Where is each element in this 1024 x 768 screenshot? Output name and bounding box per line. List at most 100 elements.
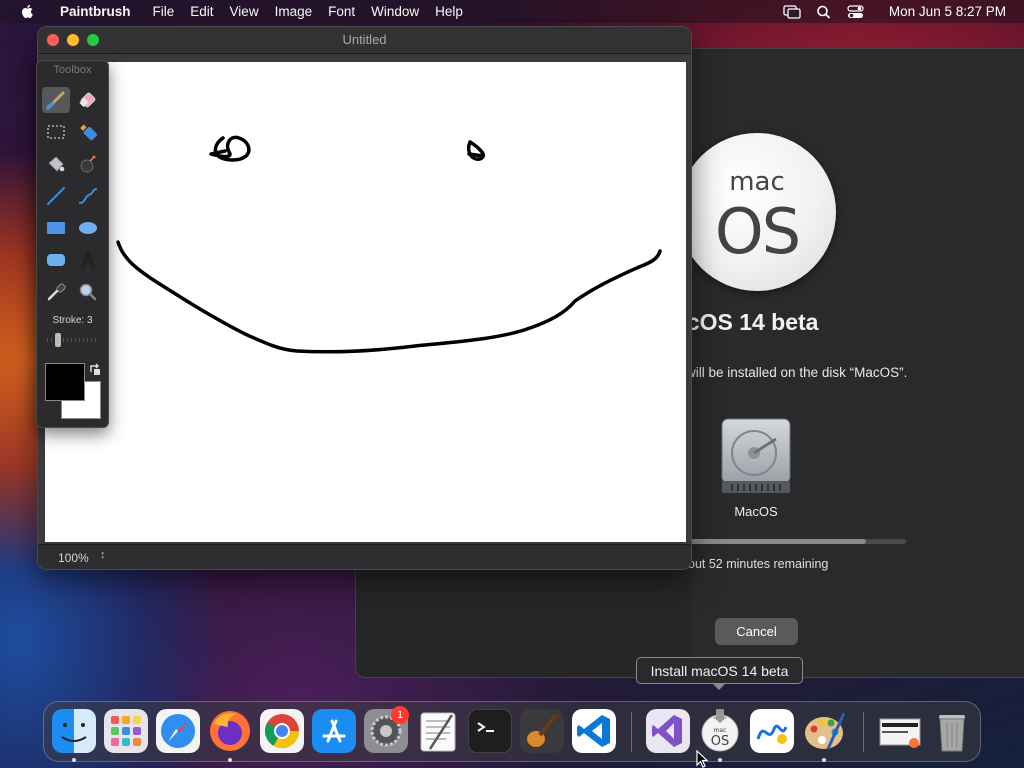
launchpad-icon bbox=[104, 709, 148, 753]
bomb-tool-button[interactable] bbox=[74, 151, 102, 177]
app-store-icon bbox=[312, 709, 356, 753]
dock-firefox[interactable] bbox=[208, 709, 252, 753]
window-title: Untitled bbox=[342, 32, 387, 47]
dock-paintbrush[interactable] bbox=[802, 709, 846, 753]
install-macos-icon: mac OS bbox=[701, 709, 739, 752]
menu-app-name[interactable]: Paintbrush bbox=[52, 4, 139, 19]
paint-palette-icon bbox=[805, 712, 846, 750]
dock-dot-firefox bbox=[228, 758, 232, 762]
bomb-icon bbox=[80, 155, 96, 173]
canvas-area bbox=[38, 54, 691, 546]
smile-stroke bbox=[116, 240, 662, 354]
screen-mirroring-icon[interactable] bbox=[783, 4, 801, 19]
drawing-canvas[interactable] bbox=[45, 62, 686, 542]
textedit-icon bbox=[420, 712, 456, 752]
spray-can-tool-button[interactable] bbox=[74, 119, 102, 145]
dock: 1 mac OS bbox=[43, 701, 981, 762]
macos-logo: mac OS bbox=[678, 133, 836, 291]
dock-trash[interactable] bbox=[930, 709, 974, 753]
menu-window[interactable]: Window bbox=[363, 4, 427, 19]
mouse-cursor-icon bbox=[696, 750, 709, 768]
trash-icon bbox=[939, 715, 965, 752]
eyedropper-tool-button[interactable] bbox=[42, 279, 70, 305]
rectangle-tool-button[interactable] bbox=[42, 215, 70, 241]
control-center-icon[interactable] bbox=[847, 4, 865, 19]
dock-visual-studio[interactable] bbox=[646, 709, 690, 753]
menu-file[interactable]: File bbox=[145, 4, 183, 19]
installer-title: acOS 14 beta bbox=[674, 309, 819, 335]
paint-bucket-icon bbox=[48, 156, 65, 172]
hard-disk-icon bbox=[721, 418, 791, 493]
ellipse-icon bbox=[79, 222, 97, 234]
stroke-label: Stroke: 3 bbox=[52, 315, 93, 326]
dock-app-store[interactable] bbox=[312, 709, 356, 753]
dock-vscode[interactable] bbox=[572, 709, 616, 753]
installer-description: will be installed on the disk “MacOS”. bbox=[686, 365, 908, 380]
line-tool-button[interactable] bbox=[42, 183, 70, 209]
dock-textedit[interactable] bbox=[416, 709, 460, 753]
dock-freeform[interactable] bbox=[750, 709, 794, 753]
selection-rect-icon bbox=[47, 125, 65, 139]
dock-dot-paintbrush bbox=[822, 758, 826, 762]
zoom-level[interactable]: 100% bbox=[58, 551, 89, 565]
zoom-tool-button[interactable] bbox=[74, 279, 102, 305]
window-titlebar[interactable]: Untitled bbox=[38, 27, 691, 54]
dock-install-macos[interactable]: mac OS bbox=[698, 709, 742, 753]
status-bar: 100% ↕ bbox=[38, 544, 691, 569]
dock-dot-finder bbox=[72, 758, 76, 762]
ellipse-tool-button[interactable] bbox=[74, 215, 102, 241]
dock-screenshot[interactable] bbox=[878, 709, 922, 753]
dock-separator-2 bbox=[863, 712, 864, 752]
dock-guitar-app[interactable] bbox=[520, 709, 564, 753]
time-remaining: out 52 minutes remaining bbox=[688, 557, 829, 571]
cancel-button[interactable]: Cancel bbox=[715, 618, 798, 645]
firefox-icon bbox=[210, 711, 250, 751]
swap-colors-icon[interactable] bbox=[88, 362, 102, 376]
menu-edit[interactable]: Edit bbox=[182, 4, 221, 19]
toolbox-palette: Toolbox Stroke: 3 bbox=[36, 60, 109, 428]
paintbrush-tool-button[interactable] bbox=[42, 87, 70, 113]
dock-launchpad[interactable] bbox=[104, 709, 148, 753]
spotlight-search-icon[interactable] bbox=[815, 5, 833, 19]
paint-bucket-tool-button[interactable] bbox=[42, 151, 70, 177]
eraser-icon bbox=[79, 92, 96, 108]
rounded-rect-icon bbox=[47, 254, 65, 266]
freeform-icon bbox=[750, 709, 794, 753]
rectangle-icon bbox=[47, 222, 65, 234]
vscode-icon bbox=[572, 709, 616, 753]
text-tool-button[interactable] bbox=[74, 247, 102, 273]
zoom-stepper-icon[interactable]: ↕ bbox=[100, 549, 106, 561]
select-rect-tool-button[interactable] bbox=[42, 119, 70, 145]
menu-image[interactable]: Image bbox=[267, 4, 321, 19]
dock-chrome[interactable] bbox=[260, 709, 304, 753]
dock-safari[interactable] bbox=[156, 709, 200, 753]
eraser-tool-button[interactable] bbox=[74, 87, 102, 113]
safari-compass-icon bbox=[156, 709, 200, 753]
toolbox-title: Toolbox bbox=[53, 64, 92, 76]
spray-can-icon bbox=[80, 124, 97, 141]
stroke-slider[interactable] bbox=[45, 333, 101, 347]
macos-logo-mac: mac bbox=[729, 167, 785, 197]
visual-studio-icon bbox=[646, 709, 690, 753]
menu-view[interactable]: View bbox=[222, 4, 267, 19]
apple-menu-icon[interactable] bbox=[20, 4, 34, 19]
menu-font[interactable]: Font bbox=[320, 4, 363, 19]
rounded-rect-tool-button[interactable] bbox=[42, 247, 70, 273]
left-eye-stroke bbox=[209, 135, 251, 162]
menu-help[interactable]: Help bbox=[427, 4, 471, 19]
curve-tool-button[interactable] bbox=[74, 183, 102, 209]
menu-clock[interactable]: Mon Jun 5 8:27 PM bbox=[889, 4, 1006, 19]
screenshot-thumbnail-icon bbox=[879, 718, 921, 748]
svg-text:OS: OS bbox=[711, 734, 729, 749]
install-progress-fill bbox=[686, 539, 867, 544]
dock-terminal[interactable] bbox=[468, 709, 512, 753]
dock-finder[interactable] bbox=[52, 709, 96, 753]
menu-bar: Paintbrush File Edit View Image Font Win… bbox=[0, 0, 1024, 23]
menu-extras: Mon Jun 5 8:27 PM bbox=[783, 0, 1006, 23]
guitar-icon bbox=[520, 709, 564, 753]
paintbrush-window: Untitled 100% ↕ bbox=[37, 26, 692, 570]
svg-text:mac: mac bbox=[714, 727, 727, 734]
foreground-color-swatch[interactable] bbox=[45, 363, 85, 401]
line-icon bbox=[47, 187, 65, 205]
dock-tooltip-arrow bbox=[712, 683, 726, 690]
